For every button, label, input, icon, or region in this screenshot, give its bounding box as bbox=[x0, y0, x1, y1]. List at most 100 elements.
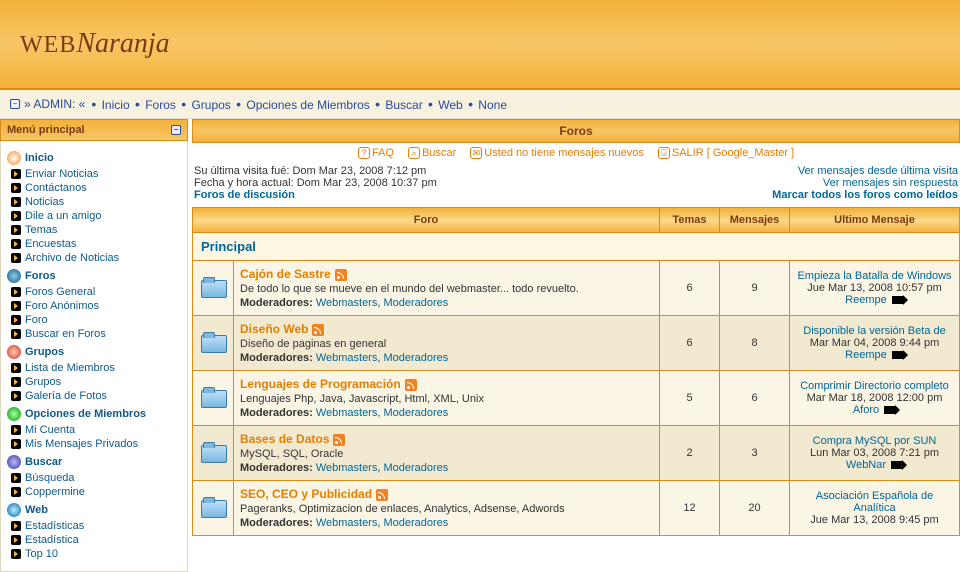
goto-post-icon[interactable] bbox=[891, 461, 903, 469]
sidebar-item[interactable]: Estadísticas bbox=[5, 519, 183, 533]
sidebar-item[interactable]: Dile a un amigo bbox=[5, 209, 183, 223]
view-unanswered-link[interactable]: Ver mensajes sin respuesta bbox=[772, 177, 958, 189]
sidebar-item[interactable]: Mis Mensajes Privados bbox=[5, 437, 183, 451]
forum-name-link[interactable]: Bases de Datos bbox=[240, 432, 329, 446]
goto-post-icon[interactable] bbox=[892, 351, 904, 359]
last-post-user-link[interactable]: Reempe bbox=[845, 294, 887, 306]
moderator-link[interactable]: Webmasters bbox=[316, 462, 378, 474]
sidebar-item[interactable]: Archivo de Noticias bbox=[5, 251, 183, 265]
sidebar-link[interactable]: Estadísticas bbox=[25, 520, 84, 532]
sidebar-group-buscar[interactable]: Buscar bbox=[7, 455, 183, 469]
collapse-icon[interactable]: − bbox=[171, 125, 181, 135]
sidebar-link[interactable]: Temas bbox=[25, 224, 57, 236]
sidebar-item[interactable]: Estadística bbox=[5, 533, 183, 547]
sidebar-link[interactable]: Galería de Fotos bbox=[25, 390, 107, 402]
moderator-link[interactable]: Webmasters bbox=[316, 297, 378, 309]
moderator-link[interactable]: Webmasters bbox=[316, 352, 378, 364]
sidebar-item[interactable]: Foros General bbox=[5, 285, 183, 299]
sidebar-item[interactable]: Coppermine bbox=[5, 485, 183, 499]
sidebar-link[interactable]: Noticias bbox=[25, 196, 64, 208]
last-post-title-link[interactable]: Asociación Española de Analítica bbox=[816, 490, 933, 514]
forum-name-link[interactable]: Diseño Web bbox=[240, 322, 308, 336]
moderator-link[interactable]: Moderadores bbox=[383, 407, 448, 419]
sidebar-item[interactable]: Top 10 bbox=[5, 547, 183, 561]
admin-link-foros[interactable]: Foros bbox=[142, 98, 179, 112]
sidebar-link[interactable]: Grupos bbox=[25, 376, 61, 388]
sidebar-item[interactable]: Temas bbox=[5, 223, 183, 237]
moderator-link[interactable]: Moderadores bbox=[383, 462, 448, 474]
admin-link-grupos[interactable]: Grupos bbox=[188, 98, 234, 112]
sidebar-link[interactable]: Encuestas bbox=[25, 238, 76, 250]
sidebar-link[interactable]: Buscar en Foros bbox=[25, 328, 106, 340]
logout-link[interactable]: ⍈SALIR [ Google_Master ] bbox=[658, 147, 794, 159]
moderator-link[interactable]: Moderadores bbox=[383, 517, 448, 529]
admin-link-inicio[interactable]: Inicio bbox=[98, 98, 133, 112]
sidebar-item[interactable]: Buscar en Foros bbox=[5, 327, 183, 341]
rss-icon[interactable] bbox=[335, 269, 347, 281]
forum-name-link[interactable]: SEO, CEO y Publicidad bbox=[240, 487, 372, 501]
sidebar-item[interactable]: Foro bbox=[5, 313, 183, 327]
last-post-title-link[interactable]: Empieza la Batalla de Windows bbox=[797, 270, 951, 282]
sidebar-item[interactable]: Lista de Miembros bbox=[5, 361, 183, 375]
search-link[interactable]: ⌕Buscar bbox=[408, 147, 456, 159]
faq-link[interactable]: ?FAQ bbox=[358, 147, 394, 159]
sidebar-item[interactable]: Galería de Fotos bbox=[5, 389, 183, 403]
sidebar-link[interactable]: Contáctanos bbox=[25, 182, 87, 194]
sidebar-link[interactable]: Archivo de Noticias bbox=[25, 252, 119, 264]
moderator-link[interactable]: Moderadores bbox=[383, 297, 448, 309]
view-since-last-link[interactable]: Ver mensajes desde última visita bbox=[772, 165, 958, 177]
admin-link-opciones-de-miembros[interactable]: Opciones de Miembros bbox=[243, 98, 373, 112]
last-post-title-link[interactable]: Compra MySQL por SUN bbox=[813, 435, 937, 447]
sidebar-link[interactable]: Mis Mensajes Privados bbox=[25, 438, 138, 450]
sidebar-group-foros[interactable]: Foros bbox=[7, 269, 183, 283]
sidebar-item[interactable]: Enviar Noticias bbox=[5, 167, 183, 181]
site-logo[interactable]: WEBNaranja bbox=[20, 28, 170, 60]
sidebar-item[interactable]: Grupos bbox=[5, 375, 183, 389]
goto-post-icon[interactable] bbox=[884, 406, 896, 414]
sidebar-item[interactable]: Búsqueda bbox=[5, 471, 183, 485]
sidebar-item[interactable]: Encuestas bbox=[5, 237, 183, 251]
sidebar-link[interactable]: Estadística bbox=[25, 534, 79, 546]
sidebar-item[interactable]: Contáctanos bbox=[5, 181, 183, 195]
admin-link-buscar[interactable]: Buscar bbox=[382, 98, 426, 112]
sidebar-link[interactable]: Lista de Miembros bbox=[25, 362, 115, 374]
sidebar-group-grupos[interactable]: Grupos bbox=[7, 345, 183, 359]
no-new-messages-link[interactable]: ✉Usted no tiene mensajes nuevos bbox=[470, 147, 644, 159]
sidebar-item[interactable]: Mi Cuenta bbox=[5, 423, 183, 437]
sidebar-group-web[interactable]: Web bbox=[7, 503, 183, 517]
sidebar-link[interactable]: Foro Anónimos bbox=[25, 300, 99, 312]
moderator-link[interactable]: Moderadores bbox=[383, 352, 448, 364]
mark-all-read-link[interactable]: Marcar todos los foros como leídos bbox=[772, 189, 958, 201]
sidebar-link[interactable]: Top 10 bbox=[25, 548, 58, 560]
sidebar-item[interactable]: Noticias bbox=[5, 195, 183, 209]
sidebar-link[interactable]: Búsqueda bbox=[25, 472, 75, 484]
sidebar-link[interactable]: Mi Cuenta bbox=[25, 424, 75, 436]
rss-icon[interactable] bbox=[312, 324, 324, 336]
sidebar-link[interactable]: Coppermine bbox=[25, 486, 85, 498]
collapse-icon[interactable]: − bbox=[10, 99, 20, 109]
admin-link-none[interactable]: None bbox=[475, 98, 507, 112]
last-post-user-link[interactable]: Aforo bbox=[853, 404, 879, 416]
sidebar-link[interactable]: Dile a un amigo bbox=[25, 210, 101, 222]
goto-post-icon[interactable] bbox=[892, 296, 904, 304]
rss-icon[interactable] bbox=[405, 379, 417, 391]
sidebar-link[interactable]: Enviar Noticias bbox=[25, 168, 98, 180]
category-link[interactable]: Principal bbox=[201, 239, 256, 254]
last-post-title-link[interactable]: Comprimir Directorio completo bbox=[800, 380, 949, 392]
sidebar-link[interactable]: Foro bbox=[25, 314, 48, 326]
forum-index-link[interactable]: Foros de discusión bbox=[194, 189, 295, 201]
forum-name-link[interactable]: Lenguajes de Programación bbox=[240, 377, 401, 391]
sidebar-group-opciones-de-miembros[interactable]: Opciones de Miembros bbox=[7, 407, 183, 421]
moderator-link[interactable]: Webmasters bbox=[316, 517, 378, 529]
last-post-title-link[interactable]: Disponible la versión Beta de bbox=[803, 325, 945, 337]
last-post-user-link[interactable]: Reempe bbox=[845, 349, 887, 361]
moderator-link[interactable]: Webmasters bbox=[316, 407, 378, 419]
admin-link-web[interactable]: Web bbox=[435, 98, 466, 112]
rss-icon[interactable] bbox=[333, 434, 345, 446]
rss-icon[interactable] bbox=[376, 489, 388, 501]
last-post-user-link[interactable]: WebNar bbox=[846, 459, 886, 471]
sidebar-link[interactable]: Foros General bbox=[25, 286, 95, 298]
sidebar-group-inicio[interactable]: Inicio bbox=[7, 151, 183, 165]
sidebar-item[interactable]: Foro Anónimos bbox=[5, 299, 183, 313]
forum-name-link[interactable]: Cajón de Sastre bbox=[240, 267, 331, 281]
